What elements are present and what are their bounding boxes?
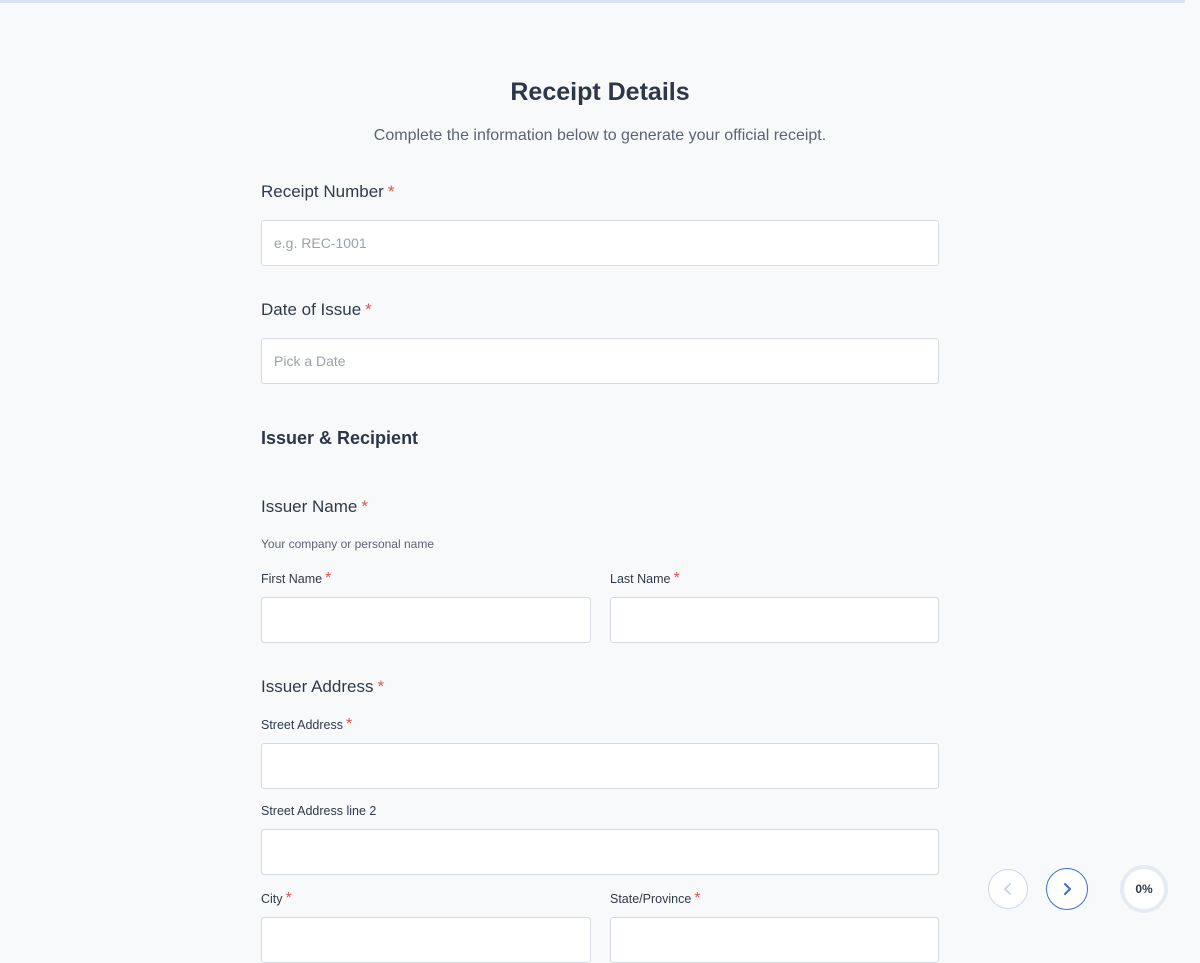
chevron-left-icon [1001, 882, 1015, 896]
last-name-input[interactable] [610, 597, 939, 643]
issuer-name-label: Issuer Name * [261, 497, 368, 517]
required-mark: * [387, 182, 395, 201]
previous-button[interactable] [988, 869, 1028, 909]
street-address-label-text: Street Address [261, 718, 343, 732]
next-button[interactable] [1046, 868, 1088, 910]
issuer-address-label-text: Issuer Address [261, 677, 374, 696]
street-address-line2-label: Street Address line 2 [261, 804, 377, 818]
date-of-issue-label-text: Date of Issue [261, 300, 362, 319]
city-label: City * [261, 890, 292, 908]
receipt-number-label: Receipt Number * [261, 182, 394, 202]
issuer-name-label-text: Issuer Name [261, 497, 358, 516]
required-mark: * [377, 677, 385, 696]
progress-indicator: 0% [1120, 865, 1168, 913]
state-province-label: State/Province * [610, 890, 701, 908]
issuer-address-label: Issuer Address * [261, 677, 384, 697]
city-label-text: City [261, 892, 283, 906]
street-address-line2-input[interactable] [261, 829, 939, 875]
required-mark: * [285, 890, 292, 907]
last-name-label-text: Last Name [610, 572, 671, 586]
page-title: Receipt Details [510, 78, 690, 106]
required-mark: * [365, 300, 372, 319]
city-input[interactable] [261, 917, 591, 963]
first-name-input[interactable] [261, 597, 591, 643]
state-province-label-text: State/Province [610, 892, 692, 906]
required-mark: * [673, 570, 680, 587]
page-subtitle: Complete the information below to genera… [373, 127, 827, 144]
required-mark: * [694, 890, 701, 907]
required-mark: * [325, 570, 332, 587]
section-title-issuer-recipient: Issuer & Recipient [261, 428, 419, 448]
state-province-input[interactable] [610, 917, 939, 963]
street-address-input[interactable] [261, 743, 939, 789]
required-mark: * [361, 497, 368, 516]
issuer-name-hint: Your company or personal name [261, 537, 434, 551]
progress-percent: 0% [1135, 882, 1153, 896]
date-of-issue-input[interactable] [261, 338, 939, 384]
first-name-label: First Name * [261, 570, 331, 588]
top-progress-bar [0, 0, 1185, 3]
required-mark: * [346, 716, 353, 733]
receipt-number-input[interactable] [261, 220, 939, 266]
chevron-right-icon [1059, 881, 1075, 897]
first-name-label-text: First Name [261, 572, 323, 586]
date-of-issue-label: Date of Issue * [261, 300, 372, 320]
receipt-number-label-text: Receipt Number [261, 182, 384, 201]
street-address-label: Street Address * [261, 716, 352, 734]
last-name-label: Last Name * [610, 570, 680, 588]
